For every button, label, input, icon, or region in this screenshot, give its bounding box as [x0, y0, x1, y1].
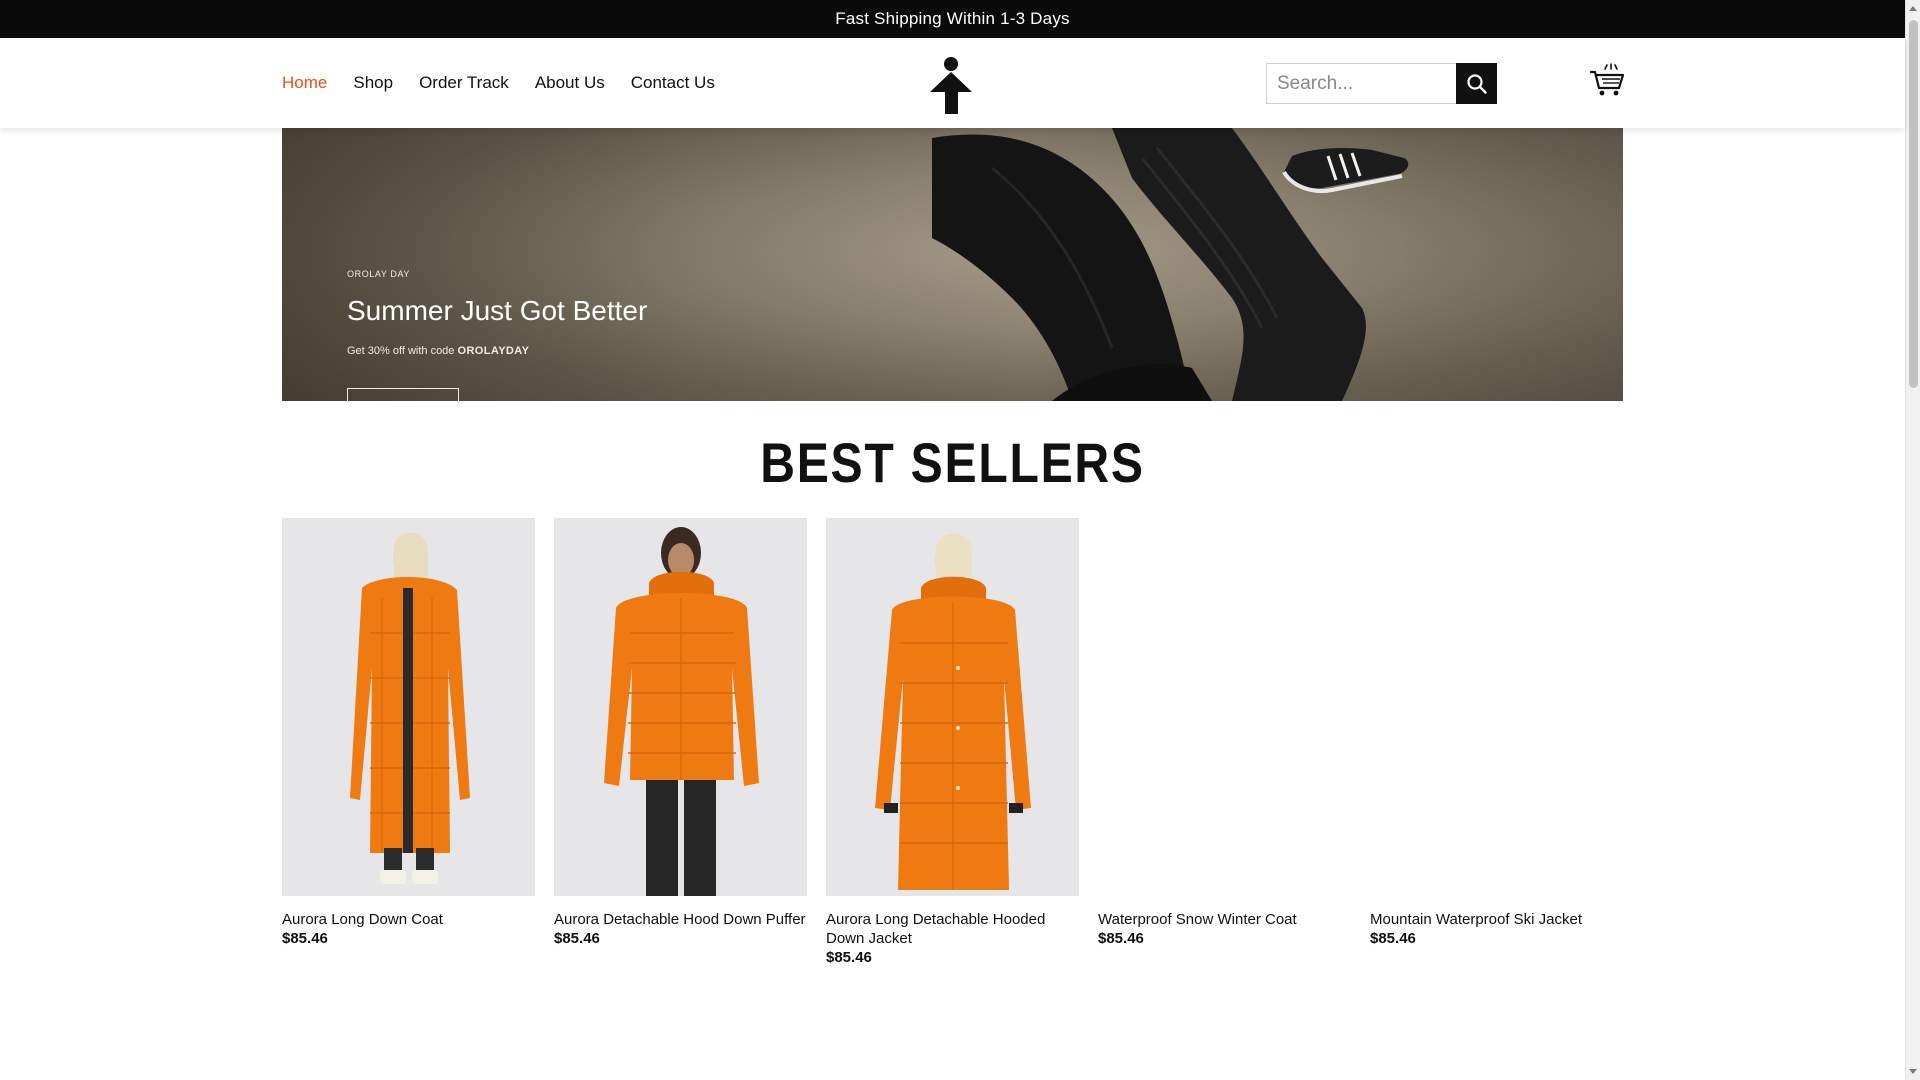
product-name[interactable]: Waterproof Snow Winter Coat: [1098, 910, 1351, 929]
product-name[interactable]: Aurora Long Detachable Hooded Down Jacke…: [826, 910, 1079, 948]
product-card[interactable]: Aurora Long Detachable Hooded Down Jacke…: [826, 518, 1079, 966]
hero-cta-button[interactable]: [347, 388, 459, 401]
product-price: $85.46: [554, 930, 600, 947]
shopping-cart-icon[interactable]: [1590, 63, 1624, 97]
announcement-text: Fast Shipping Within 1-3 Days: [835, 9, 1070, 28]
product-image-orange-hooded-long[interactable]: [826, 518, 1079, 896]
scroll-up-icon[interactable]: [1909, 6, 1917, 11]
nav-order-track[interactable]: Order Track: [419, 73, 509, 93]
hero-model-image: [932, 128, 1409, 401]
product-image-placeholder[interactable]: [1370, 518, 1623, 896]
hero-sub-prefix: Get 30% off with code: [347, 345, 458, 357]
best-sellers-title: BEST SELLERS: [760, 431, 1145, 494]
product-image-orange-puffer[interactable]: [554, 518, 807, 896]
product-card[interactable]: Aurora Long Down Coat $85.46: [282, 518, 535, 966]
page-scrollbar[interactable]: [1905, 0, 1920, 1080]
site-header: Home Shop Order Track About Us Contact U…: [0, 38, 1905, 128]
person-arrow-logo[interactable]: [928, 56, 974, 114]
product-price: $85.46: [282, 930, 328, 947]
nav-about-us[interactable]: About Us: [535, 73, 605, 93]
nav-shop[interactable]: Shop: [353, 73, 393, 93]
search-input[interactable]: [1266, 63, 1456, 104]
product-card[interactable]: Aurora Detachable Hood Down Puffer $85.4…: [554, 518, 807, 966]
hero-promo-code: OROLAYDAY: [457, 345, 530, 357]
search-bar: [1266, 63, 1497, 104]
product-price: $85.46: [1370, 930, 1416, 947]
search-icon: [1466, 73, 1487, 94]
page: Fast Shipping Within 1-3 Days Home Shop …: [0, 0, 1905, 1080]
product-name[interactable]: Aurora Detachable Hood Down Puffer: [554, 910, 807, 929]
product-card[interactable]: Waterproof Snow Winter Coat $85.46: [1098, 518, 1351, 966]
nav-contact-us[interactable]: Contact Us: [631, 73, 715, 93]
hero-headline: Summer Just Got Better: [347, 295, 648, 326]
product-card[interactable]: Mountain Waterproof Ski Jacket $85.46: [1370, 518, 1623, 966]
hero-eyebrow: OROLAY DAY: [347, 269, 411, 279]
scroll-down-icon[interactable]: [1909, 1069, 1917, 1074]
search-button[interactable]: [1456, 63, 1497, 104]
nav-home[interactable]: Home: [282, 73, 327, 93]
hero-banner[interactable]: OROLAY DAY Summer Just Got Better Get 30…: [282, 128, 1623, 401]
product-image-placeholder[interactable]: [1098, 518, 1351, 896]
hero-subtext: Get 30% off with code OROLAYDAY: [347, 345, 529, 357]
product-price: $85.46: [1098, 930, 1144, 947]
product-price: $85.46: [826, 949, 872, 966]
product-image-orange-long-coat[interactable]: [282, 518, 535, 896]
scrollbar-thumb[interactable]: [1909, 20, 1918, 388]
main-nav: Home Shop Order Track About Us Contact U…: [282, 38, 741, 128]
product-name[interactable]: Mountain Waterproof Ski Jacket: [1370, 910, 1623, 929]
product-grid: Aurora Long Down Coat $85.46 Aurora Deta…: [282, 518, 1623, 966]
product-name[interactable]: Aurora Long Down Coat: [282, 910, 535, 929]
announcement-bar: Fast Shipping Within 1-3 Days: [0, 0, 1905, 38]
